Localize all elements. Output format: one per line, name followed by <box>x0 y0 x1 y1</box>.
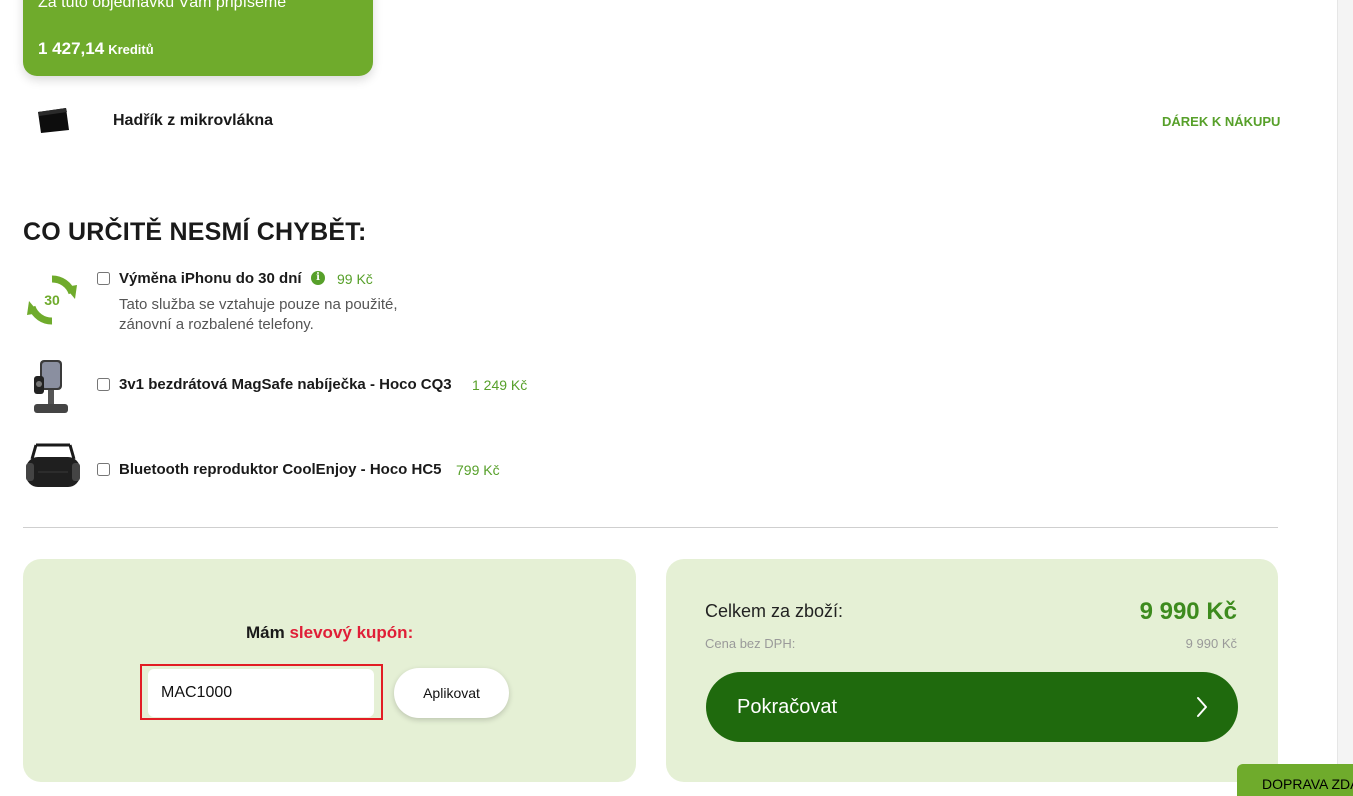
upsell-item-name: Bluetooth reproduktor CoolEnjoy - Hoco H… <box>119 461 442 478</box>
gift-badge: DÁREK K NÁKUPU <box>1162 114 1281 129</box>
free-shipping-label: DOPRAVA ZDARMA <box>1262 776 1353 792</box>
info-icon[interactable]: i <box>311 271 325 285</box>
upsell-checkbox-charger[interactable] <box>97 378 110 391</box>
exchange-badge-text: 30 <box>44 292 60 308</box>
upsell-item-price: 799 Kč <box>456 462 500 478</box>
coupon-input[interactable] <box>148 669 374 717</box>
apply-coupon-button[interactable]: Aplikovat <box>394 668 509 718</box>
coupon-label-prefix: Mám <box>246 623 285 642</box>
free-shipping-tab[interactable]: DOPRAVA ZDARMA <box>1237 764 1353 796</box>
upsell-checkbox-speaker[interactable] <box>97 463 110 476</box>
coupon-label-highlight: slevový kupón: <box>289 623 414 642</box>
gift-item-name: Hadřík z mikrovlákna <box>113 112 274 129</box>
upsell-item-name: Výměna iPhonu do 30 dní <box>119 270 302 287</box>
chevron-right-icon <box>1197 697 1207 717</box>
order-summary-panel <box>666 559 1278 782</box>
credits-text: Za tuto objednávku Vám připíšeme <box>38 0 287 11</box>
net-price-value: 9 990 Kč <box>1185 636 1237 651</box>
continue-label: Pokračovat <box>737 696 838 718</box>
upsell-item-price: 99 Kč <box>337 271 373 287</box>
total-label: Celkem za zboží: <box>705 601 844 621</box>
coupon-label: Mám slevový kupón: <box>246 623 413 643</box>
credits-value: 1 427,14 <box>38 39 105 58</box>
upsell-item-price: 1 249 Kč <box>472 377 528 393</box>
bluetooth-speaker-image <box>26 443 80 487</box>
upsell-item-name: 3v1 bezdrátová MagSafe nabíječka - Hoco … <box>119 376 452 393</box>
continue-button[interactable]: Pokračovat <box>706 672 1238 742</box>
credits-amount: 1 427,14 Kreditů <box>38 39 154 59</box>
microfiber-cloth-image <box>38 108 69 133</box>
total-value: 9 990 Kč <box>1139 598 1237 625</box>
exchange-30-icon: 30 <box>27 275 77 325</box>
section-divider <box>23 527 1278 528</box>
upsell-checkbox-exchange[interactable] <box>97 272 110 285</box>
net-price-label: Cena bez DPH: <box>705 636 796 651</box>
credits-card: Za tuto objednávku Vám připíšeme 1 427,1… <box>23 0 373 76</box>
upsell-item-description: Tato služba se vztahuje pouze na použité… <box>119 296 398 333</box>
credits-unit: Kreditů <box>108 42 154 57</box>
magsafe-charger-image <box>34 360 68 413</box>
page-scrollbar-track[interactable] <box>1337 0 1353 796</box>
upsell-title: CO URČITĚ NESMÍ CHYBĚT: <box>23 218 367 246</box>
